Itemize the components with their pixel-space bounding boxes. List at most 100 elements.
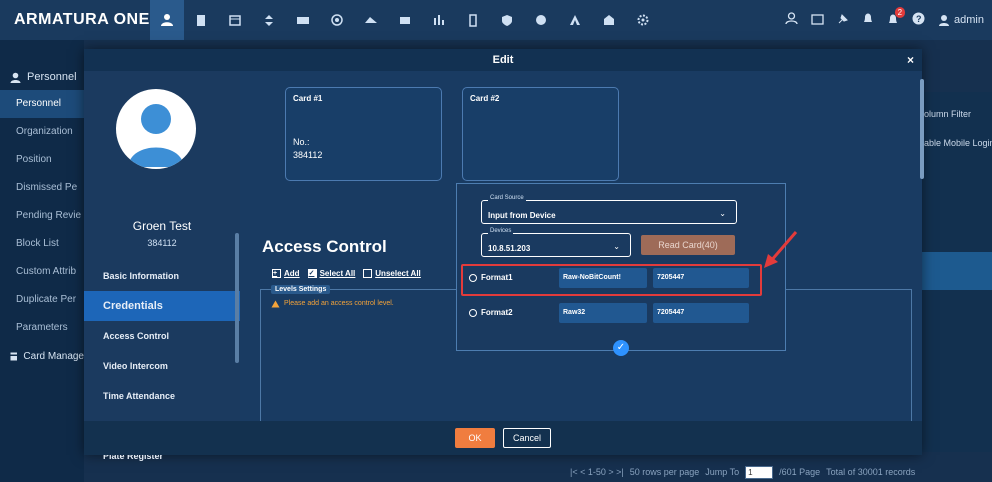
pin-icon[interactable] (837, 13, 849, 28)
checkbox-checked-icon: ✓ (307, 269, 317, 278)
people-icon[interactable] (785, 12, 798, 28)
svg-text:?: ? (916, 14, 922, 24)
gear-icon[interactable] (626, 0, 660, 40)
sidebar-item-personnel[interactable]: Personnel (0, 90, 84, 118)
card-1[interactable]: Card #1 No.: 384112 (285, 87, 442, 181)
close-icon[interactable]: × (907, 53, 914, 67)
user-menu[interactable]: admin (938, 14, 984, 26)
checkmark-icon[interactable]: ✓ (613, 340, 629, 356)
card-icon (10, 352, 18, 360)
mobile-login-link[interactable]: able Mobile Login (924, 138, 992, 148)
column-filter-link[interactable]: olumn Filter (924, 109, 971, 119)
arrow-icon[interactable] (558, 0, 592, 40)
dialog-header: Edit × (84, 49, 922, 71)
tab-basic-information[interactable]: Basic Information (84, 261, 240, 291)
pagination-bar: |< < 1-50 > >| 50 rows per page Jump To … (570, 462, 992, 482)
dialog-title: Edit (492, 54, 514, 66)
radio-icon (469, 308, 477, 317)
card-2-title: Card #2 (470, 94, 500, 103)
shield-icon[interactable] (490, 0, 524, 40)
user-icon (939, 15, 950, 26)
levels-warning: Please add an access control level. (271, 300, 394, 308)
building-icon[interactable] (592, 0, 626, 40)
help-icon[interactable]: ? (912, 12, 925, 28)
format2-option[interactable]: Format2 (469, 308, 513, 317)
notification-count: 2 (894, 6, 906, 18)
patrol-icon[interactable] (388, 0, 422, 40)
location-icon[interactable] (320, 0, 354, 40)
tab-time-attendance[interactable]: Time Attendance (84, 381, 240, 411)
jump-to-input[interactable]: 1 (745, 465, 774, 479)
dialog-scrollbar[interactable] (920, 79, 924, 179)
parking-icon[interactable] (354, 0, 388, 40)
pagination-controls[interactable]: |< < 1-50 > >| (570, 467, 624, 477)
chevron-down-icon: ⌄ (613, 242, 620, 251)
card-1-title: Card #1 (293, 94, 323, 103)
tab-credentials[interactable]: Credentials (84, 291, 240, 321)
sidebar-item-parameters[interactable]: Parameters (0, 314, 84, 342)
calendar-icon[interactable] (218, 0, 252, 40)
access-control-heading: Access Control (262, 237, 387, 256)
total-records: Total of 30001 records (826, 467, 916, 477)
sidebar-item-block-list[interactable]: Block List (0, 230, 84, 258)
tab-video-intercom[interactable]: Video Intercom (84, 351, 240, 381)
report-icon[interactable] (422, 0, 456, 40)
select-all-checkbox[interactable]: ✓ Select All (307, 269, 355, 278)
app-logo: ARMATURA ONE (14, 11, 150, 28)
warning-icon (271, 300, 280, 308)
personnel-icon (10, 72, 21, 83)
device-icon[interactable] (456, 0, 490, 40)
chevron-down-icon: ⌄ (719, 209, 726, 218)
card-1-no-value: 384112 (293, 150, 323, 160)
sidebar-item-organization[interactable]: Organization (0, 118, 84, 146)
user-name: admin (954, 14, 984, 26)
top-nav (150, 0, 660, 40)
card-1-no-label: No.: (293, 137, 310, 147)
dialog-left-panel: Groen Test 384112 Basic Information Cred… (84, 71, 240, 461)
video-icon[interactable] (286, 0, 320, 40)
sidebar-section-card-management[interactable]: Card Manage (0, 342, 84, 370)
avatar[interactable] (116, 89, 196, 169)
dialog-footer: OK Cancel (84, 421, 922, 455)
card-source-select[interactable]: Card Source Input from Device ⌄ (481, 195, 737, 224)
elevator-icon[interactable] (252, 0, 286, 40)
format2-value[interactable]: 7205447 (653, 303, 749, 323)
levels-settings-tab[interactable]: Levels Settings (271, 285, 331, 294)
sidebar: Personnel Personnel Organization Positio… (0, 40, 84, 482)
read-card-button[interactable]: Read Card(40) (641, 235, 735, 255)
rows-per-page-select[interactable]: 50 rows per page (630, 467, 700, 477)
door-icon[interactable] (184, 0, 218, 40)
person-name: Groen Test (132, 219, 192, 233)
unselect-all-checkbox[interactable]: Unselect All (363, 269, 421, 278)
background-selected-row (920, 252, 992, 290)
format2-type[interactable]: Raw32 (559, 303, 647, 323)
left-panel-scrollbar[interactable] (235, 233, 239, 363)
sidebar-item-custom-attributes[interactable]: Custom Attrib (0, 258, 84, 286)
checkbox-empty-icon (363, 269, 373, 278)
sidebar-item-duplicate[interactable]: Duplicate Per (0, 286, 84, 314)
devices-select[interactable]: Devices 10.8.51.203 ⌄ (481, 228, 631, 257)
top-bar: ARMATURA ONE 2 ? admin (0, 0, 992, 40)
notification-icon[interactable]: 2 (887, 6, 906, 28)
card-2[interactable]: Card #2 (462, 87, 619, 181)
annotation-arrow-icon (764, 231, 798, 268)
top-right-tools: 2 ? admin (785, 0, 984, 40)
badge-icon[interactable] (524, 0, 558, 40)
add-level-button[interactable]: + Add (272, 269, 300, 278)
sidebar-section-personnel[interactable]: Personnel (0, 64, 84, 90)
sidebar-item-dismissed[interactable]: Dismissed Pe (0, 174, 84, 202)
cancel-button[interactable]: Cancel (503, 428, 551, 448)
jump-to-label: Jump To (705, 467, 740, 477)
access-control-toolbar: + Add ✓ Select All Unselect All (272, 269, 421, 278)
sidebar-item-pending-review[interactable]: Pending Revie (0, 202, 84, 230)
annotation-highlight-box (461, 264, 762, 296)
card-icon[interactable] (811, 13, 824, 28)
sidebar-item-position[interactable]: Position (0, 146, 84, 174)
person-number: 384112 (147, 238, 177, 248)
plus-icon: + (272, 269, 281, 278)
ok-button[interactable]: OK (455, 428, 495, 448)
page-total: /601 Page (779, 467, 821, 477)
bell-icon[interactable] (862, 12, 874, 28)
personnel-icon[interactable] (150, 0, 184, 40)
tab-access-control[interactable]: Access Control (84, 321, 240, 351)
